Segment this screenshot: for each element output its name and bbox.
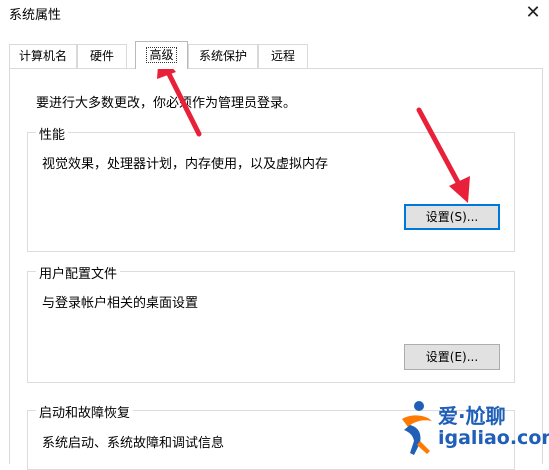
startup-recovery-description: 系统启动、系统故障和调试信息 xyxy=(42,436,225,451)
watermark-logo-icon xyxy=(402,401,432,455)
user-profiles-settings-button[interactable]: 设置(E)... xyxy=(404,344,500,370)
watermark-subtitle: igaliao.com xyxy=(438,427,549,449)
tab-label: 硬件 xyxy=(89,49,114,63)
tab-remote[interactable]: 远程 xyxy=(258,44,308,68)
startup-recovery-title: 启动和故障恢复 xyxy=(36,402,134,421)
performance-description: 视觉效果，处理器计划，内存使用，以及虚拟内存 xyxy=(42,157,329,172)
title-bar: 系统属性 ✕ xyxy=(0,0,549,30)
user-profiles-title: 用户配置文件 xyxy=(36,263,121,282)
performance-settings-button[interactable]: 设置(S)... xyxy=(404,204,500,230)
tab-hardware[interactable]: 硬件 xyxy=(77,44,127,68)
tab-computer-name[interactable]: 计算机名 xyxy=(9,44,77,68)
tab-label: 远程 xyxy=(270,49,295,63)
tab-system-protection[interactable]: 系统保护 xyxy=(188,44,258,68)
tab-advanced[interactable]: 高级 xyxy=(135,41,188,69)
user-profiles-description: 与登录帐户相关的桌面设置 xyxy=(42,296,199,311)
performance-group: 性能 视觉效果，处理器计划，内存使用，以及虚拟内存 设置(S)... xyxy=(27,124,515,252)
watermark-title: 爱·尬聊 xyxy=(438,404,506,428)
performance-title: 性能 xyxy=(36,124,69,143)
tab-label: 高级 xyxy=(146,47,177,63)
close-icon[interactable]: ✕ xyxy=(520,0,546,26)
window-title: 系统属性 xyxy=(9,8,62,23)
admin-notice: 要进行大多数更改，你必须作为管理员登录。 xyxy=(36,96,297,111)
watermark: 爱·尬聊 igaliao.com xyxy=(398,397,549,459)
user-profiles-group: 用户配置文件 与登录帐户相关的桌面设置 设置(E)... xyxy=(27,263,515,383)
tab-label: 计算机名 xyxy=(18,49,67,63)
tab-label: 系统保护 xyxy=(198,49,247,63)
